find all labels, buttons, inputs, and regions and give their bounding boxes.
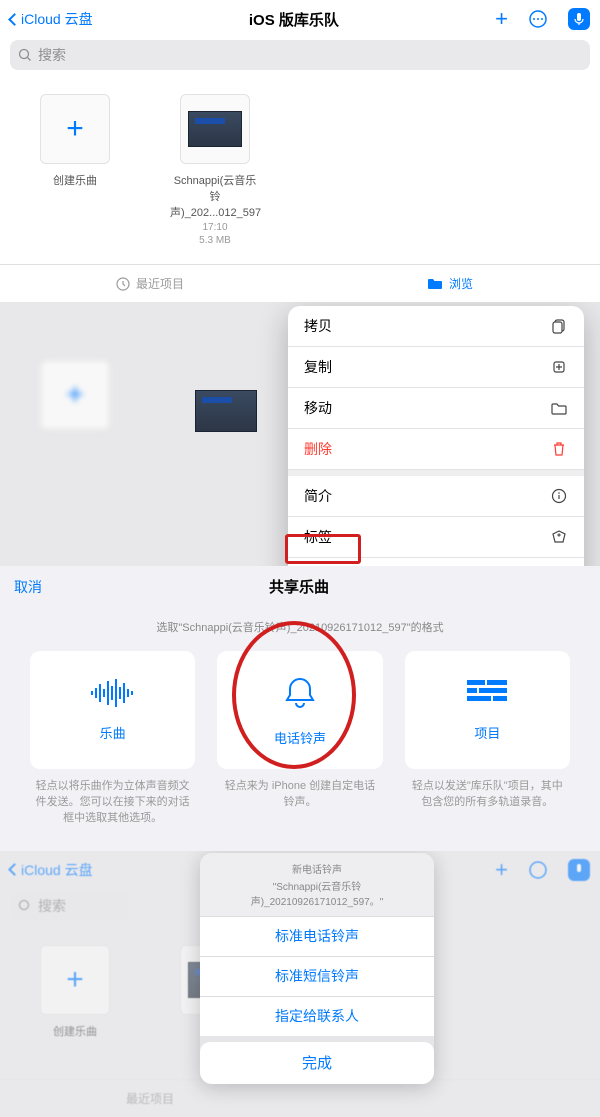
mic-icon[interactable] — [568, 8, 590, 30]
menu-tags[interactable]: 标签 — [288, 517, 584, 558]
add-icon[interactable]: + — [495, 6, 508, 32]
card-project[interactable]: 项目 轻点以发送"库乐队"项目，其中包含您的所有多轨道录音。 — [405, 651, 570, 827]
menu-copy[interactable]: 拷贝 — [288, 306, 584, 347]
file-size: 5.3 MB — [170, 235, 260, 246]
sheet-subtitle: "Schnappi(云音乐铃声)_20210926171012_597。" — [210, 878, 424, 908]
plus-icon: + — [40, 94, 110, 164]
card-song-label: 乐曲 — [100, 723, 126, 742]
menu-rename[interactable]: 重新命名 — [288, 558, 584, 566]
search-placeholder: 搜索 — [38, 45, 66, 65]
card-song[interactable]: 乐曲 轻点以将乐曲作为立体声音频文件发送。您可以在接下来的对话框中选取其他选项。 — [30, 651, 195, 827]
chevron-left-icon — [8, 13, 21, 26]
file-time: 17:10 — [170, 222, 260, 233]
menu-duplicate[interactable]: 复制 — [288, 347, 584, 388]
sheet-title: 新电话铃声 — [210, 861, 424, 876]
search-field[interactable]: 搜索 — [10, 40, 590, 70]
ringtone-action-sheet: 新电话铃声 "Schnappi(云音乐铃声)_20210926171012_59… — [200, 853, 434, 1084]
clock-icon — [116, 277, 130, 291]
card-ringtone-label: 电话铃声 — [274, 728, 326, 747]
nav-bar: iCloud 云盘 iOS 版库乐队 + — [0, 0, 600, 34]
share-header: 取消 共享乐曲 — [0, 566, 600, 607]
file-item[interactable]: Schnappi(云音乐铃声)_202...012_597 17:10 5.3 … — [170, 94, 260, 246]
selected-file-thumb — [195, 390, 257, 432]
tab-recent[interactable]: 最近项目 — [0, 265, 300, 302]
trash-icon — [550, 440, 568, 458]
duplicate-icon — [550, 358, 568, 376]
copy-icon — [550, 317, 568, 335]
menu-delete[interactable]: 删除 — [288, 429, 584, 470]
create-song-button[interactable]: + 创建乐曲 — [30, 94, 120, 246]
menu-copy-label: 拷贝 — [304, 316, 332, 336]
standard-text-tone-button[interactable]: 标准短信铃声 — [200, 956, 434, 996]
card-song-desc: 轻点以将乐曲作为立体声音频文件发送。您可以在接下来的对话框中选取其他选项。 — [30, 779, 195, 827]
tag-icon — [550, 528, 568, 546]
context-menu-panel: + 拷贝 复制 移动 删除 简介 标签 重新命名 — [0, 302, 600, 566]
waveform-icon — [88, 678, 138, 713]
menu-delete-label: 删除 — [304, 439, 332, 459]
menu-move-label: 移动 — [304, 398, 332, 418]
share-title: 共享乐曲 — [42, 576, 556, 597]
tab-recent-label: 最近项目 — [136, 275, 184, 292]
menu-move[interactable]: 移动 — [288, 388, 584, 429]
menu-info[interactable]: 简介 — [288, 476, 584, 517]
tab-browse-label: 浏览 — [449, 275, 473, 292]
card-project-desc: 轻点以发送"库乐队"项目，其中包含您的所有多轨道录音。 — [405, 779, 570, 811]
info-icon — [550, 487, 568, 505]
sheet-header: 新电话铃声 "Schnappi(云音乐铃声)_20210926171012_59… — [200, 853, 434, 916]
file-name: Schnappi(云音乐铃声)_202...012_597 — [170, 172, 260, 220]
menu-tags-label: 标签 — [304, 527, 332, 547]
standard-ringtone-button[interactable]: 标准电话铃声 — [200, 916, 434, 956]
done-button[interactable]: 完成 — [200, 1042, 434, 1084]
menu-duplicate-label: 复制 — [304, 357, 332, 377]
ringtone-sheet-panel: iCloud 云盘 iOS 版库乐队 + 搜索 +创建乐曲 S 最近项目 新电话… — [0, 851, 600, 1117]
back-button[interactable]: iCloud 云盘 — [10, 9, 93, 29]
tracks-icon — [465, 678, 509, 713]
file-thumbnail — [180, 94, 250, 164]
folder-icon — [550, 399, 568, 417]
search-icon — [18, 48, 32, 62]
bell-icon — [280, 673, 320, 718]
file-grid: + 创建乐曲 Schnappi(云音乐铃声)_202...012_597 17:… — [0, 76, 600, 264]
assign-contact-button[interactable]: 指定给联系人 — [200, 996, 434, 1036]
back-label: iCloud 云盘 — [21, 9, 93, 29]
tab-browse[interactable]: 浏览 — [300, 265, 600, 302]
more-icon[interactable] — [528, 9, 548, 29]
format-cards: 乐曲 轻点以将乐曲作为立体声音频文件发送。您可以在接下来的对话框中选取其他选项。… — [0, 651, 600, 851]
card-ringtone-desc: 轻点来为 iPhone 创建自定电话铃声。 — [217, 779, 382, 811]
cancel-button[interactable]: 取消 — [14, 577, 42, 597]
share-song-panel: 取消 共享乐曲 选取"Schnappi(云音乐铃声)_2021092617101… — [0, 566, 600, 851]
share-subtitle: 选取"Schnappi(云音乐铃声)_20210926171012_597"的格… — [0, 619, 600, 635]
folder-icon — [427, 277, 443, 290]
card-project-label: 项目 — [474, 723, 500, 742]
menu-info-label: 简介 — [304, 486, 332, 506]
card-ringtone[interactable]: 电话铃声 轻点来为 iPhone 创建自定电话铃声。 — [217, 651, 382, 827]
file-browser-panel: iCloud 云盘 iOS 版库乐队 + 搜索 + 创建乐曲 Schnappi(… — [0, 0, 600, 302]
nav-title: iOS 版库乐队 — [93, 9, 496, 30]
create-label: 创建乐曲 — [30, 172, 120, 188]
bottom-tabs: 最近项目 浏览 — [0, 264, 600, 302]
nav-actions: + — [495, 6, 590, 32]
context-menu: 拷贝 复制 移动 删除 简介 标签 重新命名 共享 — [288, 306, 584, 566]
